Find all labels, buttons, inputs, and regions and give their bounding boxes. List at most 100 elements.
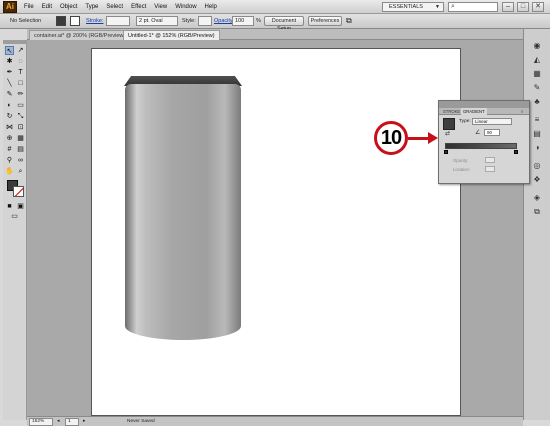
gradient-panel-icon[interactable]: ▤ [532,129,542,139]
mesh-tool-icon[interactable]: # [5,145,14,154]
symbols-icon[interactable]: ♣ [532,97,542,107]
width-tool-icon[interactable]: ⋈ [5,123,14,132]
next-artboard-icon[interactable]: ▸ [83,418,85,426]
style-label: Style: [182,18,196,24]
appearance-icon[interactable]: ◎ [532,161,542,171]
stroke-weight-field[interactable] [106,16,130,26]
selection-status: No Selection [10,18,42,24]
workspace-label: ESSENTIALS [389,4,423,10]
direct-selection-tool-icon[interactable]: ↗ [16,46,25,55]
menu-effect[interactable]: Effect [127,0,150,14]
menu-select[interactable]: Select [102,0,127,14]
graphic-styles-icon[interactable]: ❖ [532,175,542,185]
stroke-swatch[interactable] [70,16,80,26]
swatches-icon[interactable]: ▦ [532,69,542,79]
blob-brush-icon[interactable]: ◐ [5,101,14,110]
menu-edit[interactable]: Edit [38,0,56,14]
control-bar: No Selection Stroke: 2 pt. Oval Style: O… [0,14,550,32]
arrow-right-icon [428,132,438,144]
artboards-icon[interactable]: ⧉ [532,207,542,217]
tab-untitled-1[interactable]: Untitled-1* @ 152% (RGB/Preview) [123,30,220,40]
menu-type[interactable]: Type [81,0,102,14]
scale-tool-icon[interactable]: ⤡ [16,112,25,121]
fill-swatch[interactable] [56,16,66,26]
tab-container-ai[interactable]: container.ai* @ 200% (RGB/Preview) [29,30,131,40]
gradient-tool-icon[interactable]: ▤ [16,145,25,154]
line-tool-icon[interactable]: ╲ [5,79,14,88]
type-tool-icon[interactable]: T [16,68,25,77]
magic-wand-icon[interactable]: ✱ [5,57,14,66]
location-field[interactable] [485,166,495,172]
rectangle-tool-icon[interactable]: □ [16,79,25,88]
gradient-mode-icon[interactable]: ▣ [16,202,25,211]
zoom-select[interactable]: 152% [29,418,53,426]
pen-tool-icon[interactable]: ✒ [5,68,14,77]
tools-panel: ↖ ↗ ✱ ◌ ✒ T ╲ □ ✎ ✏ ◐ ▭ ↻ ⤡ ⋈ ⊡ ⊕ ▦ # ▤ … [3,40,27,420]
gradient-preview[interactable] [443,118,455,130]
stroke-none-icon[interactable] [13,186,24,197]
menu-window[interactable]: Window [171,0,200,14]
selection-tool-icon[interactable]: ↖ [5,46,14,55]
paintbrush-icon[interactable]: ✎ [5,90,14,99]
menu-help[interactable]: Help [201,0,221,14]
canvas-area[interactable] [27,40,523,416]
stroke-link[interactable]: Stroke: [86,16,103,26]
eraser-icon[interactable]: ▭ [16,101,25,110]
brush-select[interactable]: 2 pt. Oval [136,16,178,26]
shape-builder-icon[interactable]: ⊕ [5,134,14,143]
hand-tool-icon[interactable]: ✋ [5,167,14,176]
first-artboard-icon[interactable]: ◂ [57,418,59,426]
screen-mode-icon[interactable]: ▭ [10,212,19,221]
reverse-gradient-icon[interactable]: ⇄ [445,130,450,137]
tab-stroke[interactable]: STROKE [441,108,462,115]
cylinder-body[interactable] [125,84,241,340]
perspective-grid-icon[interactable]: ▦ [16,134,25,143]
color-panel-icon[interactable]: ◉ [532,41,542,51]
save-status: Never Saved [127,419,155,424]
arrange-icon[interactable]: ⧉ [346,16,352,26]
lasso-icon[interactable]: ◌ [16,57,25,66]
gradient-type-select[interactable]: Linear [472,118,512,125]
opacity-field[interactable] [485,157,495,163]
panel-menu-icon[interactable]: ≡ [519,108,525,115]
gradient-stop-right[interactable] [514,150,518,154]
opacity-unit: % [256,18,261,24]
color-mode-icon[interactable]: ■ [5,202,14,211]
close-button[interactable]: ✕ [532,2,544,12]
color-guide-icon[interactable]: ◭ [532,55,542,65]
brushes-icon[interactable]: ✎ [532,83,542,93]
stroke-panel-icon[interactable]: ≡ [532,115,542,125]
search-input[interactable]: ⌕ [448,2,498,12]
gradient-slider[interactable] [445,143,517,149]
style-select[interactable] [198,16,212,26]
menu-view[interactable]: View [150,0,171,14]
panel-tabs: STROKE GRADIENT ≡ [439,108,529,115]
free-transform-icon[interactable]: ⊡ [16,123,25,132]
angle-icon: ∠ [475,130,481,136]
tools-panel-header[interactable] [3,40,27,44]
artboard-number-field[interactable]: 1 [65,418,79,426]
layers-icon[interactable]: ◈ [532,193,542,203]
workspace-switcher[interactable]: ESSENTIALS ▼ [382,2,444,12]
rotate-tool-icon[interactable]: ↻ [5,112,14,121]
transparency-icon[interactable]: ◑ [532,143,542,153]
opacity-field[interactable]: 100 [232,16,254,26]
opacity-label: Opacity: [453,158,469,163]
step-callout: 10 [374,121,408,155]
preferences-button[interactable]: Preferences [308,16,342,26]
document-setup-button[interactable]: Document Setup [264,16,304,32]
pencil-icon[interactable]: ✏ [16,90,25,99]
tab-gradient[interactable]: GRADIENT [461,108,487,115]
menu-file[interactable]: File [20,0,38,14]
blend-tool-icon[interactable]: ∞ [16,156,25,165]
menu-items: File Edit Object Type Select Effect View… [20,0,221,14]
gradient-stop-left[interactable] [444,150,448,154]
panel-header[interactable] [439,101,529,108]
minimize-button[interactable]: – [502,2,514,12]
maximize-button[interactable]: □ [517,2,529,12]
angle-field[interactable]: 90 [484,129,500,136]
eyedropper-icon[interactable]: ⚲ [5,156,14,165]
zoom-tool-icon[interactable]: ⌕ [16,167,25,176]
menu-bar: Ai File Edit Object Type Select Effect V… [0,0,550,14]
menu-object[interactable]: Object [56,0,81,14]
